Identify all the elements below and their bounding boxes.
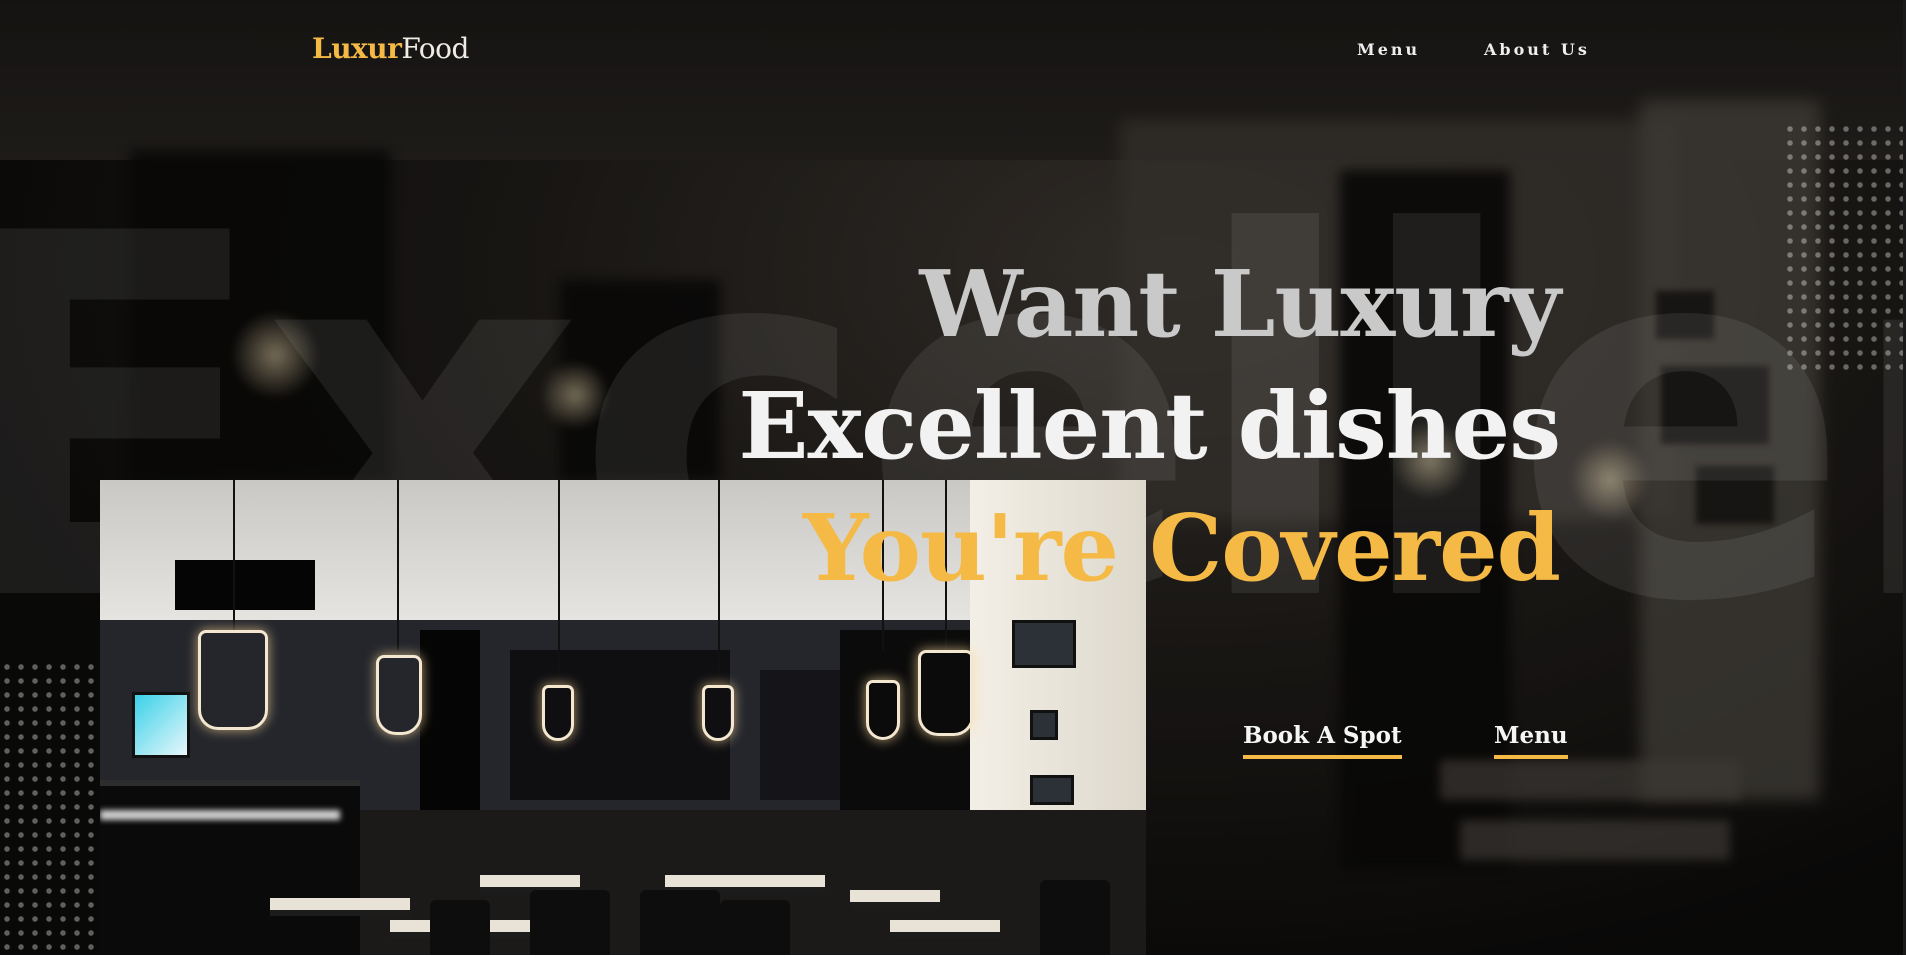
nav-link-about-us[interactable]: About Us — [1484, 40, 1590, 59]
dot-grid-pattern-icon — [1783, 122, 1906, 372]
headline-line-1: Want Luxury — [919, 250, 1561, 358]
logo-text-primary: Luxur — [312, 32, 402, 65]
headline-line-3: You're Covered — [802, 494, 1561, 602]
logo-text-secondary: Food — [401, 32, 469, 65]
hero-section: Excellent — [0, 0, 1906, 958]
headline-line-2: Excellent dishes — [738, 372, 1561, 480]
menu-button[interactable]: Menu — [1494, 722, 1568, 759]
book-a-spot-button[interactable]: Book A Spot — [1243, 722, 1402, 759]
nav-link-menu[interactable]: Menu — [1357, 40, 1420, 59]
dot-grid-pattern-icon — [0, 660, 100, 958]
brand-logo[interactable]: LuxurFood — [312, 32, 469, 65]
